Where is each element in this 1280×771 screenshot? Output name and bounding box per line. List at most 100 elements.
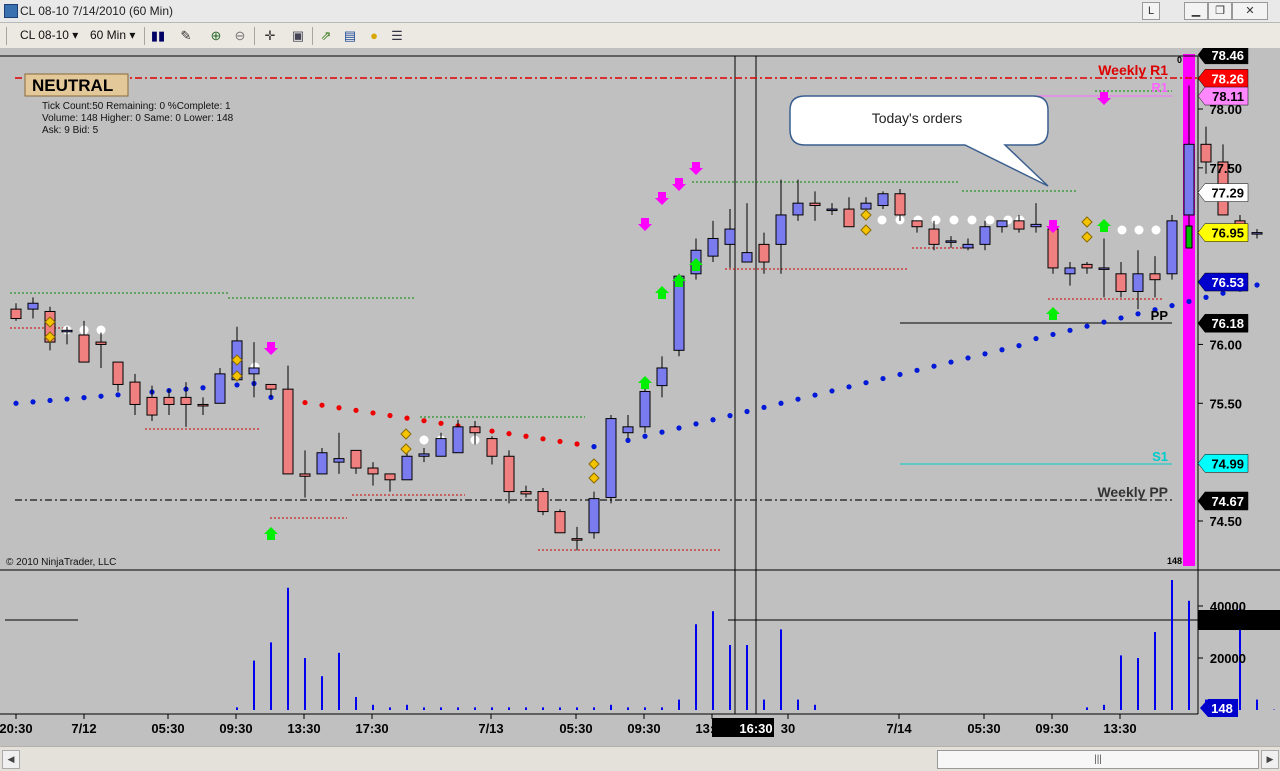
white-dot	[967, 215, 977, 225]
candle	[248, 367, 260, 375]
pivot-dot	[1016, 343, 1022, 349]
candle	[571, 538, 583, 541]
pivot-dot	[880, 375, 886, 382]
price-badge-label: 76.95	[1211, 226, 1244, 241]
s1-label: S1	[1152, 449, 1168, 464]
candle	[197, 403, 209, 407]
pivot-dot	[1101, 319, 1107, 325]
zoom-out-icon[interactable]: ⊖	[232, 28, 248, 44]
pivot-dot	[540, 436, 546, 442]
pivot-dot	[81, 395, 87, 401]
pivot-dot	[387, 412, 393, 419]
pivot-dot	[438, 420, 444, 426]
price-axis	[1198, 48, 1280, 570]
candle	[1064, 267, 1076, 275]
scroll-left-icon[interactable]: ◀	[2, 750, 20, 769]
link-button[interactable]: L	[1142, 2, 1160, 20]
candle	[78, 334, 90, 363]
copyright: © 2010 NinjaTrader, LLC	[6, 557, 116, 568]
price-badge-label: 76.53	[1211, 275, 1244, 290]
instrument-dropdown[interactable]: CL 08-10 ▾	[20, 28, 78, 42]
candle	[673, 275, 685, 351]
pivot-dot	[812, 392, 818, 398]
volume-cursor-badge	[1198, 610, 1280, 630]
close-button[interactable]: ✕	[1232, 2, 1268, 20]
candle	[95, 341, 107, 345]
pivot-dot	[897, 371, 903, 378]
pivot-dot	[591, 444, 597, 450]
candle	[333, 458, 345, 463]
pivot-dot	[676, 425, 682, 431]
indicator-icon[interactable]: ▤	[342, 28, 358, 44]
currency-icon[interactable]: ●	[366, 28, 382, 44]
time-tick-label: 13:30	[287, 721, 320, 736]
callout-text: Today's orders	[872, 110, 963, 126]
candle	[1030, 223, 1042, 228]
candle	[877, 193, 889, 207]
pivot-dot	[557, 438, 563, 445]
price-badge-label: 74.99	[1211, 456, 1244, 471]
crosshair-icon[interactable]: ✛	[262, 28, 278, 44]
weekly-pp-label: Weekly PP	[1097, 484, 1168, 500]
candle	[1098, 267, 1110, 270]
candle	[61, 329, 73, 333]
pivot-dot	[982, 351, 988, 357]
zoom-in-icon[interactable]: ⊕	[208, 28, 224, 44]
pivot-dot	[948, 359, 954, 365]
pivot-dot	[47, 397, 53, 404]
white-dot	[1134, 225, 1144, 235]
pivot-dot	[795, 396, 801, 402]
window-titlebar: CL 08-10 7/14/2010 (60 Min) L ▁ ❐ ✕	[0, 0, 1280, 23]
price-chart[interactable]: Today's orders NEUTRAL Tick Count:50 Rem…	[0, 48, 1280, 746]
candle	[758, 243, 770, 263]
pivot-dot	[336, 405, 342, 411]
app-icon	[4, 4, 18, 18]
candle	[775, 214, 787, 245]
candle	[316, 452, 328, 475]
price-tick-label: 76.00	[1209, 337, 1242, 352]
horizontal-scrollbar[interactable]: ◀ ||| ▶	[0, 746, 1280, 771]
candle	[605, 418, 617, 498]
pivot-dot	[421, 418, 427, 424]
candle-style-icon[interactable]: ▮▮	[150, 28, 166, 44]
pivot-dot	[1033, 335, 1039, 342]
strategy-icon[interactable]: ⇗	[318, 28, 334, 44]
scroll-right-icon[interactable]: ▶	[1261, 750, 1279, 769]
toolbar-separator	[144, 27, 145, 45]
pivot-dot	[489, 428, 495, 434]
candle	[1013, 220, 1025, 230]
pivot-dot	[523, 433, 529, 439]
pivot-dot	[778, 400, 784, 406]
minimize-button[interactable]: ▁	[1184, 2, 1208, 20]
price-tick-label: 75.50	[1209, 396, 1242, 411]
chevron-down-icon: ▾	[72, 28, 79, 42]
candle	[1183, 143, 1195, 216]
signal-indicator	[1185, 225, 1193, 249]
price-badge-label: 78.11	[1212, 89, 1244, 104]
pivot-dot	[914, 367, 920, 373]
pivot-dot	[1169, 302, 1175, 309]
candle	[10, 308, 22, 320]
price-tick-label: 77.50	[1209, 161, 1242, 176]
candle	[520, 491, 532, 495]
info-line-3: Ask: 9 Bid: 5	[42, 125, 99, 136]
time-tick-label: 13:30	[1103, 721, 1136, 736]
pivot-dot	[931, 363, 937, 369]
time-tick-label: 20:30	[0, 721, 33, 736]
candle	[809, 202, 821, 207]
data-box-icon[interactable]: ☰	[389, 28, 405, 44]
candle	[928, 228, 940, 245]
chevron-down-icon: ▾	[129, 28, 136, 42]
pivot-dot	[30, 399, 36, 405]
time-tick-label: 09:30	[1035, 721, 1068, 736]
pencil-icon[interactable]: ✎	[178, 28, 194, 44]
candle	[741, 252, 753, 263]
pivot-dot	[1220, 290, 1226, 296]
interval-dropdown[interactable]: 60 Min ▾	[90, 28, 135, 42]
candle	[996, 220, 1008, 228]
scroll-thumb[interactable]: |||	[937, 750, 1259, 769]
maximize-button[interactable]: ❐	[1208, 2, 1232, 20]
weekly-r1-label: Weekly R1	[1098, 62, 1168, 78]
status-label: NEUTRAL	[32, 76, 113, 95]
snapshot-icon[interactable]: ▣	[290, 28, 306, 44]
